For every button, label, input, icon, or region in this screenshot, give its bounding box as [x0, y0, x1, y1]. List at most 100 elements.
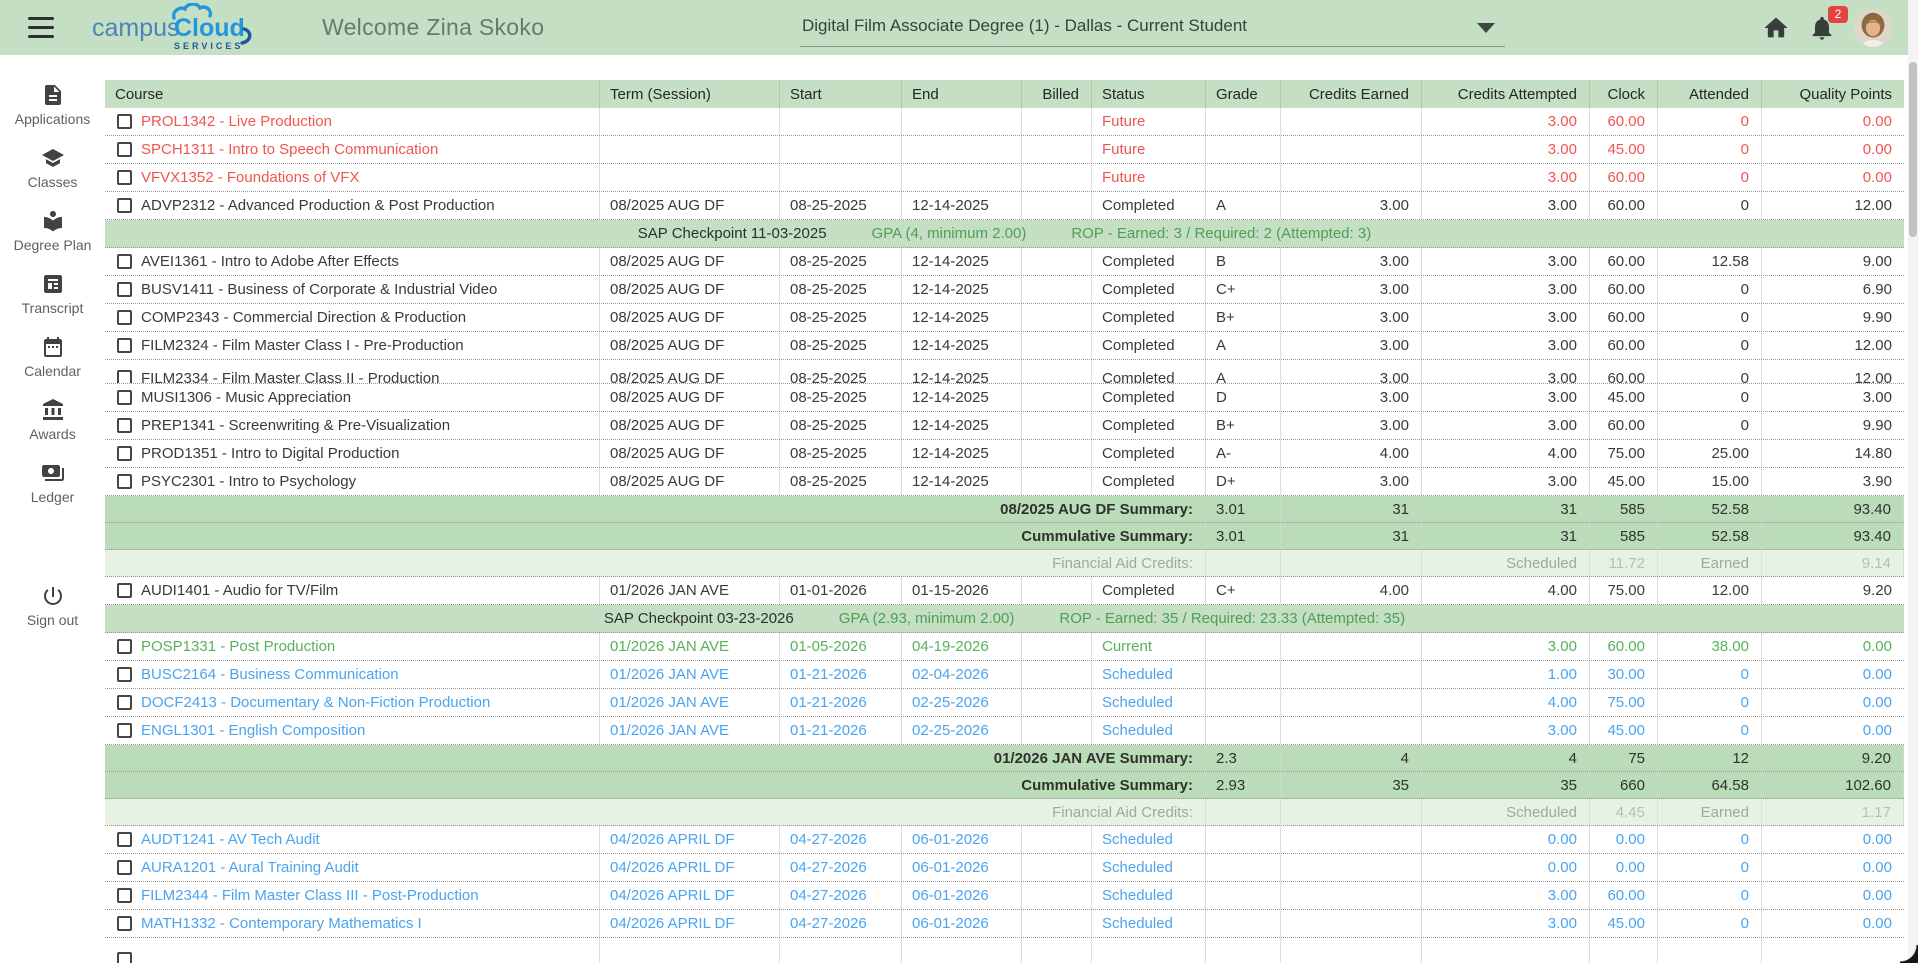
row-checkbox[interactable] [117, 338, 132, 353]
cell-term [600, 938, 780, 963]
course-link[interactable]: BUSC2164 - Business Communication [141, 666, 399, 683]
course-link[interactable]: BUSV1411 - Business of Corporate & Indus… [141, 281, 497, 298]
course-link[interactable]: SPCH1311 - Intro to Speech Communication [141, 141, 438, 158]
course-link[interactable]: FILM2334 - Film Master Class II - Produc… [141, 370, 439, 383]
row-checkbox[interactable] [117, 446, 132, 461]
cell-credits_earned [1281, 882, 1422, 909]
sidebar-item-ledger[interactable]: Ledger [0, 461, 105, 507]
cell-credits_attempted: 3.00 [1422, 304, 1590, 331]
course-link[interactable]: PROL1342 - Live Production [141, 113, 332, 130]
course-row: COMP2343 - Commercial Direction & Produc… [105, 304, 1904, 332]
course-link[interactable]: FILM2344 - Film Master Class III - Post-… [141, 887, 479, 904]
row-checkbox[interactable] [117, 832, 132, 847]
row-checkbox[interactable] [117, 418, 132, 433]
cell-credits-attempted: 4 [1422, 745, 1590, 771]
cell-start: 08-25-2025 [780, 412, 902, 439]
sidebar-item-sign-out[interactable]: Sign out [0, 584, 105, 630]
row-checkbox[interactable] [117, 198, 132, 213]
avatar[interactable] [1854, 9, 1892, 47]
course-link[interactable]: DOCF2413 - Documentary & Non-Fiction Pro… [141, 694, 490, 711]
course-link[interactable]: ADVP2312 - Advanced Production & Post Pr… [141, 197, 495, 214]
scrollbar-thumb[interactable] [1909, 62, 1917, 237]
cell-end: 06-01-2026 [902, 882, 1022, 909]
sidebar-label: Sign out [27, 612, 78, 628]
course-link[interactable]: ENGL1301 - English Composition [141, 722, 365, 739]
summary-label: 08/2025 AUG DF Summary: [105, 496, 1206, 522]
course-link[interactable]: VFVX1352 - Foundations of VFX [141, 169, 359, 186]
menu-icon[interactable] [28, 17, 54, 38]
cell-course: FILM2344 - Film Master Class III - Post-… [105, 882, 600, 909]
summary-row: 08/2025 AUG DF Summary:3.01313158552.589… [105, 496, 1904, 523]
sidebar-item-awards[interactable]: Awards [0, 398, 105, 444]
course-link[interactable]: MATH1332 - Contemporary Mathematics I [141, 915, 422, 932]
row-checkbox[interactable] [117, 390, 132, 405]
cell-clock: 60.00 [1590, 412, 1658, 439]
row-checkbox[interactable] [117, 142, 132, 157]
course-row: SPCH1311 - Intro to Speech Communication… [105, 136, 1904, 164]
cell-end: 12-14-2025 [902, 412, 1022, 439]
row-checkbox[interactable] [117, 254, 132, 269]
cell-term [600, 108, 780, 135]
row-checkbox[interactable] [117, 114, 132, 129]
program-select[interactable]: Digital Film Associate Degree (1) - Dall… [800, 7, 1505, 47]
course-link[interactable]: MUSI1306 - Music Appreciation [141, 389, 351, 406]
row-checkbox[interactable] [117, 916, 132, 931]
home-button[interactable] [1762, 14, 1790, 42]
cell-billed [1022, 360, 1092, 383]
cell-attended [1658, 938, 1762, 963]
cell-clock: 45.00 [1590, 384, 1658, 411]
sidebar-item-calendar[interactable]: Calendar [0, 335, 105, 381]
row-checkbox[interactable] [117, 474, 132, 489]
course-link[interactable]: PREP1341 - Screenwriting & Pre-Visualiza… [141, 417, 450, 434]
cell-gpa: 3.01 [1206, 523, 1281, 549]
cell-credits_earned [1281, 136, 1422, 163]
campuscloud-logo[interactable]: campus Cloud SERVICES [88, 3, 273, 58]
cell-course: ENGL1301 - English Composition [105, 717, 600, 744]
course-link[interactable]: AURA1201 - Aural Training Audit [141, 859, 359, 876]
cell-credits_attempted: 3.00 [1422, 633, 1590, 660]
row-checkbox[interactable] [117, 860, 132, 875]
cell-quality_points: 9.20 [1762, 577, 1904, 604]
scrollbar-track[interactable] [1908, 0, 1918, 963]
row-checkbox[interactable] [117, 639, 132, 654]
course-row: FILM2334 - Film Master Class II - Produc… [105, 360, 1904, 384]
cell-end: 02-04-2026 [902, 661, 1022, 688]
cell-billed [1022, 440, 1092, 467]
row-checkbox[interactable] [117, 888, 132, 903]
course-link[interactable]: AUDI1401 - Audio for TV/Film [141, 582, 338, 599]
column-header-clock: Clock [1590, 80, 1658, 108]
course-link[interactable]: AVEI1361 - Intro to Adobe After Effects [141, 253, 399, 270]
course-link[interactable]: FILM2324 - Film Master Class I - Pre-Pro… [141, 337, 464, 354]
row-checkbox[interactable] [117, 170, 132, 185]
cell-billed [1022, 854, 1092, 881]
row-checkbox[interactable] [117, 282, 132, 297]
row-checkbox[interactable] [117, 583, 132, 598]
cell-grade [1206, 108, 1281, 135]
course-link[interactable]: POSP1331 - Post Production [141, 638, 335, 655]
sidebar-item-transcript[interactable]: Transcript [0, 272, 105, 318]
partial-course-row [105, 938, 1904, 963]
course-link[interactable]: AUDT1241 - AV Tech Audit [141, 831, 320, 848]
cell-credits_earned: 3.00 [1281, 304, 1422, 331]
row-checkbox[interactable] [117, 695, 132, 710]
cell-term: 08/2025 AUG DF [600, 384, 780, 411]
scheduled-value: 11.72 [1590, 550, 1658, 576]
row-checkbox[interactable] [117, 370, 132, 383]
sidebar-item-classes[interactable]: Classes [0, 146, 105, 192]
row-checkbox[interactable] [117, 667, 132, 682]
row-checkbox[interactable] [117, 952, 132, 963]
cell-start: 01-01-2026 [780, 577, 902, 604]
sidebar-item-applications[interactable]: Applications [0, 83, 105, 129]
cell-attended: 0 [1658, 412, 1762, 439]
sidebar-item-degree-plan[interactable]: Degree Plan [0, 209, 105, 255]
row-checkbox[interactable] [117, 723, 132, 738]
course-link[interactable]: PSYC2301 - Intro to Psychology [141, 473, 356, 490]
cell-status: Future [1092, 164, 1206, 191]
cell-grade: C+ [1206, 577, 1281, 604]
notifications-button[interactable]: 2 [1808, 14, 1836, 42]
course-row: VFVX1352 - Foundations of VFXFuture3.006… [105, 164, 1904, 192]
row-checkbox[interactable] [117, 310, 132, 325]
course-link[interactable]: COMP2343 - Commercial Direction & Produc… [141, 309, 466, 326]
cell-status: Completed [1092, 468, 1206, 495]
course-link[interactable]: PROD1351 - Intro to Digital Production [141, 445, 399, 462]
